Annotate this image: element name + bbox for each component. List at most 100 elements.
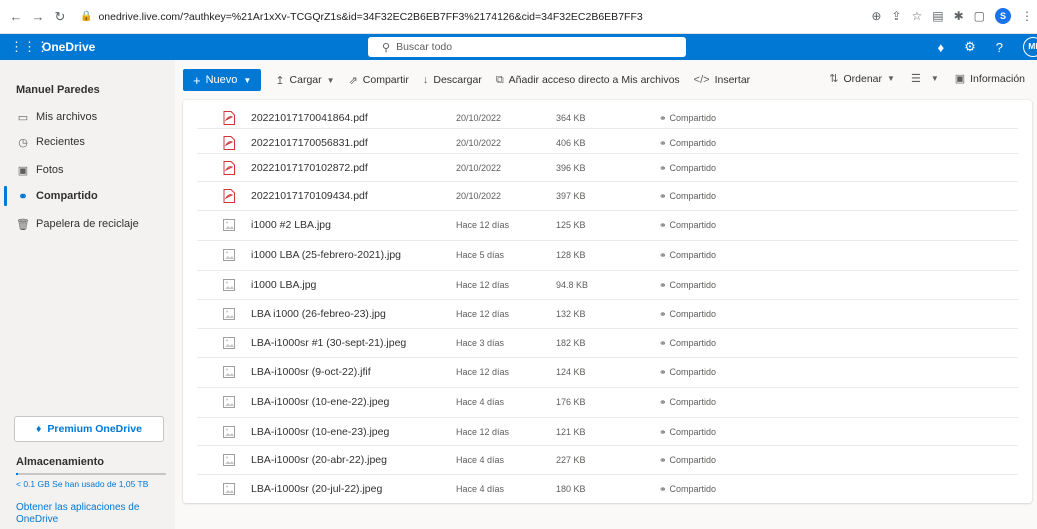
- user-avatar[interactable]: MI: [1023, 37, 1037, 57]
- file-size: 124 KB: [556, 367, 586, 377]
- sidebar-user-name: Manuel Paredes: [16, 84, 100, 96]
- file-sharing: ⚭ Compartido: [659, 427, 716, 438]
- file-size: 397 KB: [556, 191, 586, 201]
- sidebar-item-label: Papelera de reciclaje: [36, 218, 139, 230]
- sidebar-item-photos[interactable]: ▣ Fotos: [16, 161, 166, 179]
- get-apps-link[interactable]: Obtener las aplicaciones de OneDrive: [16, 502, 156, 526]
- install-app-icon[interactable]: ⊕: [871, 9, 881, 23]
- sidebar-item-shared[interactable]: ⚭ Compartido: [16, 187, 166, 205]
- sharing-label: Compartido: [669, 397, 717, 407]
- storage-usage-link[interactable]: < 0.1 GB Se han usado de 1,05 TB: [16, 479, 148, 489]
- file-name[interactable]: i1000 LBA (25-febrero-2021).jpg: [251, 249, 401, 261]
- file-name[interactable]: LBA-i1000sr #1 (30-sept-21).jpeg: [251, 337, 406, 349]
- search-box[interactable]: ⚲: [368, 37, 686, 57]
- table-row[interactable]: i1000 LBA (25-febrero-2021).jpg Hace 5 dí…: [183, 241, 1032, 269]
- help-icon[interactable]: ?: [996, 40, 1003, 55]
- app-launcher-waffle-icon[interactable]: ⋮⋮⋮: [10, 39, 49, 55]
- file-name[interactable]: 20221017170056831.pdf: [251, 137, 368, 149]
- file-name[interactable]: 20221017170102872.pdf: [251, 162, 368, 174]
- file-modified: Hace 12 días: [456, 220, 510, 230]
- command-bar-right: ⇅ Ordenar ▼ ☰ ▼ ▣ Información: [813, 72, 1025, 86]
- file-modified: 20/10/2022: [456, 113, 502, 123]
- sharing-label: Compartido: [669, 367, 717, 377]
- browser-profile-avatar[interactable]: S: [995, 8, 1011, 24]
- image-file-icon: [223, 219, 235, 231]
- search-input[interactable]: [396, 41, 647, 53]
- file-name[interactable]: LBA-i1000sr (10-ene-22).jpeg: [251, 396, 389, 408]
- upload-button[interactable]: ↥ Cargar ▼: [275, 74, 334, 87]
- reading-list-icon[interactable]: ▤: [932, 9, 943, 23]
- extensions-puzzle-icon[interactable]: ✱: [954, 9, 964, 23]
- sidebar-item-recent[interactable]: ◷ Recientes: [16, 133, 166, 151]
- table-row[interactable]: LBA-i1000sr (20-abr-22).jpeg Hace 4 días 2…: [183, 446, 1032, 474]
- image-file-icon: [223, 279, 235, 291]
- file-name[interactable]: LBA-i1000sr (20-abr-22).jpeg: [251, 454, 387, 466]
- chevron-down-icon: ▼: [243, 75, 252, 85]
- table-row[interactable]: LBA-i1000sr #1 (30-sept-21).jpeg Hace 3 d…: [183, 329, 1032, 357]
- file-name[interactable]: i1000 #2 LBA.jpg: [251, 219, 331, 231]
- table-row[interactable]: LBA-i1000sr (10-ene-23).jpeg Hace 12 días…: [183, 418, 1032, 446]
- sharing-label: Compartido: [669, 163, 717, 173]
- sidebar: Manuel Paredes ▭ Mis archivos ◷ Reciente…: [0, 60, 175, 529]
- settings-gear-icon[interactable]: ⚙: [964, 39, 976, 55]
- table-row[interactable]: LBA-i1000sr (20-jul-22).jpeg Hace 4 días 1…: [183, 475, 1032, 503]
- address-bar[interactable]: onedrive.live.com/?authkey=%21Ar1xXv-TCG…: [98, 11, 642, 23]
- people-icon: ⚭: [659, 219, 667, 230]
- file-name[interactable]: i1000 LBA.jpg: [251, 279, 316, 291]
- share-button[interactable]: ⇗ Compartir: [349, 74, 409, 87]
- file-modified: 20/10/2022: [456, 191, 502, 201]
- info-button[interactable]: ▣ Información: [955, 72, 1025, 86]
- new-button[interactable]: + Nuevo ▼: [183, 69, 262, 91]
- table-row[interactable]: LBA-i1000sr (9-oct-22).jfif Hace 12 días 1…: [183, 358, 1032, 386]
- file-name[interactable]: LBA-i1000sr (9-oct-22).jfif: [251, 366, 371, 378]
- add-shortcut-button[interactable]: ⧉ Añadir acceso directo a Mis archivos: [496, 74, 680, 87]
- sharing-label: Compartido: [669, 220, 717, 230]
- add-shortcut-label: Añadir acceso directo a Mis archivos: [508, 74, 680, 86]
- embed-label: Insertar: [714, 74, 751, 86]
- table-row[interactable]: 20221017170109434.pdf 20/10/2022 397 KB ⚭ Co…: [183, 182, 1032, 210]
- embed-button[interactable]: </> Insertar: [694, 74, 751, 86]
- download-button[interactable]: ↓ Descargar: [423, 74, 482, 86]
- view-options-button[interactable]: ☰ ▼: [911, 72, 939, 85]
- sidebar-item-recycle-bin[interactable]: 🗑 Papelera de reciclaje: [16, 215, 166, 233]
- premium-diamond-icon[interactable]: ♦: [937, 40, 944, 55]
- bookmark-star-icon[interactable]: ☆: [911, 9, 922, 23]
- chevron-down-icon: ▼: [930, 74, 939, 83]
- file-modified: 20/10/2022: [456, 163, 502, 173]
- side-panel-icon[interactable]: ▢: [974, 9, 985, 23]
- file-size: 180 KB: [556, 484, 586, 494]
- premium-button[interactable]: ♦ Premium OneDrive: [14, 416, 164, 442]
- app-title[interactable]: OneDrive: [42, 40, 95, 54]
- people-icon: ⚭: [659, 279, 667, 290]
- sidebar-item-my-files[interactable]: ▭ Mis archivos: [16, 108, 166, 126]
- share-page-icon[interactable]: ⇪: [891, 9, 901, 23]
- back-arrow-icon[interactable]: ←: [8, 9, 24, 25]
- table-row[interactable]: i1000 #2 LBA.jpg Hace 12 días 125 KB ⚭ Compa…: [183, 211, 1032, 239]
- storage-progress-fill: [16, 473, 18, 475]
- file-sharing: ⚭ Compartido: [659, 250, 716, 261]
- browser-toolbar: ← → ↻ 🔒 onedrive.live.com/?authkey=%21Ar…: [0, 0, 1037, 34]
- file-modified: Hace 12 días: [456, 427, 510, 437]
- table-row[interactable]: i1000 LBA.jpg Hace 12 días 94.8 KB ⚭ Compart…: [183, 271, 1032, 299]
- table-row[interactable]: LBA-i1000sr (10-ene-22).jpeg Hace 4 días 1…: [183, 388, 1032, 416]
- shortcut-icon: ⧉: [495, 73, 504, 86]
- file-name[interactable]: LBA-i1000sr (20-jul-22).jpeg: [251, 483, 382, 495]
- file-name[interactable]: LBA-i1000sr (10-ene-23).jpeg: [251, 426, 389, 438]
- file-name[interactable]: LBA i1000 (26-febreo-23).jpg: [251, 308, 386, 320]
- sidebar-item-label: Compartido: [36, 190, 98, 202]
- file-name[interactable]: 20221017170109434.pdf: [251, 190, 368, 202]
- forward-arrow-icon[interactable]: →: [30, 9, 46, 25]
- lock-icon[interactable]: 🔒: [80, 11, 92, 22]
- image-file-icon: [223, 483, 235, 495]
- table-row[interactable]: LBA i1000 (26-febreo-23).jpg Hace 12 días…: [183, 300, 1032, 328]
- sharing-label: Compartido: [669, 484, 717, 494]
- file-sharing: ⚭ Compartido: [659, 113, 716, 124]
- table-row[interactable]: 20221017170102872.pdf 20/10/2022 396 KB ⚭ Co…: [183, 154, 1032, 182]
- file-name[interactable]: 20221017170041864.pdf: [251, 112, 368, 124]
- sort-button[interactable]: ⇅ Ordenar ▼: [829, 72, 895, 86]
- reload-icon[interactable]: ↻: [52, 9, 68, 25]
- browser-menu-icon[interactable]: ⋮: [1021, 9, 1033, 23]
- sharing-label: Compartido: [669, 455, 717, 465]
- image-file-icon: [223, 426, 235, 438]
- sharing-label: Compartido: [669, 250, 717, 260]
